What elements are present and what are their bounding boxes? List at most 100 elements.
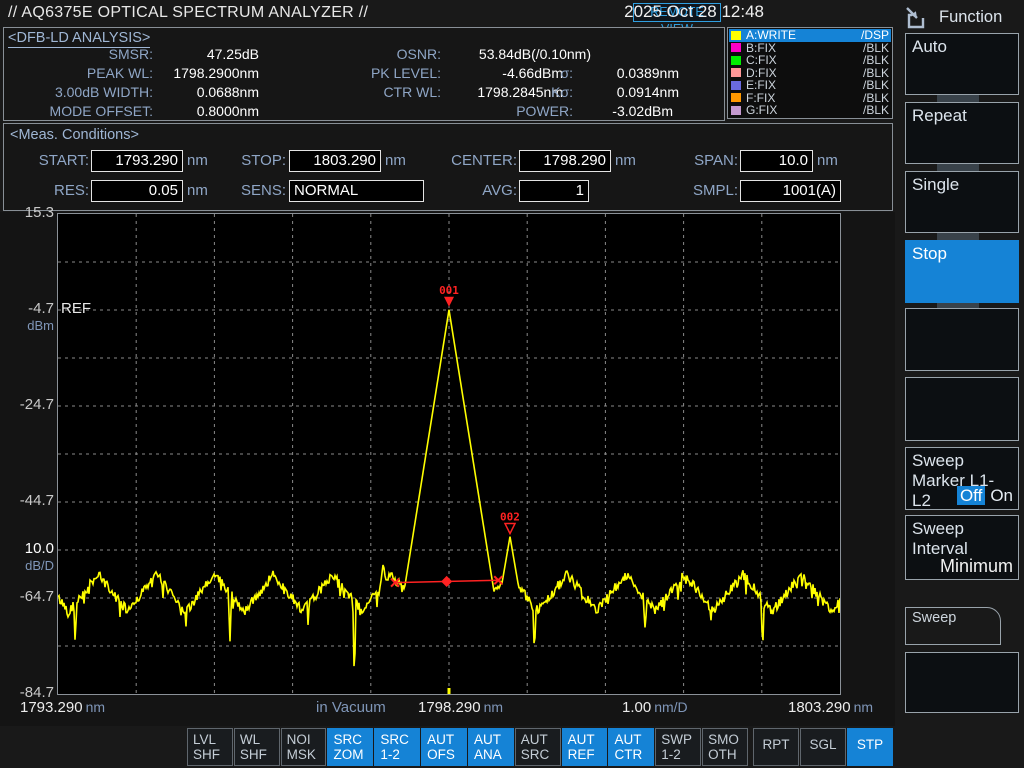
- legend-row-f[interactable]: F:FIX/BLK: [729, 92, 891, 105]
- trace-color-swatch: [731, 43, 741, 52]
- toolbar-button-src-zom[interactable]: SRCZOM: [327, 728, 373, 766]
- legend-row-c[interactable]: C:FIX/BLK: [729, 54, 891, 67]
- toolbar-button-swp-1-2[interactable]: SWP1-2: [655, 728, 701, 766]
- toolbar-button-stp[interactable]: STP: [847, 728, 893, 766]
- function-header: Function: [903, 5, 929, 31]
- trace-color-swatch: [731, 31, 741, 40]
- function-header-label: Function: [939, 8, 1002, 27]
- y-axis-tick-label: -24.7: [0, 396, 54, 413]
- toolbar-button-smo-oth[interactable]: SMOOTH: [702, 728, 748, 766]
- title-bar: // AQ6375E OPTICAL SPECTRUM ANALYZER // …: [0, 0, 895, 26]
- toolbar-main: LVLSHF WLSHF NOIMSK SRCZOM SRC1-2 AUTOFS…: [187, 728, 748, 766]
- spectrum-plot[interactable]: 001 002: [57, 213, 841, 695]
- sens-field[interactable]: NORMAL: [289, 180, 424, 202]
- softkey-sweep-marker[interactable]: Sweep Marker L1-L2 OffOn: [905, 447, 1019, 510]
- width-3db-value: 0.0688nm: [153, 84, 259, 102]
- sweep-group-label: Sweep: [905, 607, 1001, 645]
- sigma-value: 0.0389nm: [573, 65, 679, 83]
- softkey-blank-1[interactable]: [905, 308, 1019, 371]
- trace-color-swatch: [731, 68, 741, 77]
- toolbar-button-lvl-shf[interactable]: LVLSHF: [187, 728, 233, 766]
- span-label: SPAN:: [661, 150, 738, 172]
- y-axis-unit-label: dB/D: [0, 557, 54, 574]
- smsr-value: 47.25dB: [153, 46, 259, 64]
- x-axis-unit-label: nm: [484, 699, 503, 715]
- center-field[interactable]: 1798.290: [519, 150, 611, 172]
- trace-legend: A:WRITE/DSPB:FIX/BLKC:FIX/BLKD:FIX/BLKE:…: [727, 27, 893, 119]
- toolbar-button-aut-ofs[interactable]: AUTOFS: [421, 728, 467, 766]
- stop-unit: nm: [385, 150, 406, 172]
- softkey-stop[interactable]: Stop: [905, 240, 1019, 303]
- stop-field[interactable]: 1803.290: [289, 150, 381, 172]
- ksigma-label: Kσ:: [501, 84, 573, 102]
- y-axis-unit-label: dBm: [0, 317, 54, 334]
- legend-row-d[interactable]: D:FIX/BLK: [729, 67, 891, 80]
- toolbar-button-aut-ctr[interactable]: AUTCTR: [608, 728, 654, 766]
- sweep-marker-off-toggle[interactable]: Off: [957, 486, 985, 505]
- y-axis-tick-label: 15.3: [0, 204, 54, 221]
- softkey-blank-2[interactable]: [905, 377, 1019, 441]
- x-axis-tick-label: 1793.290nm: [20, 699, 105, 716]
- start-field[interactable]: 1793.290: [91, 150, 183, 172]
- chart-region: 15.3-4.7dBm-24.7-44.710.0dB/D-64.7-84.7 …: [0, 212, 895, 726]
- y-axis-tick-label: -4.7dBm: [0, 300, 54, 334]
- legend-row-g[interactable]: G:FIX/BLK: [729, 104, 891, 117]
- softkey-sweep-interval[interactable]: Sweep Interval Minimum: [905, 515, 1019, 580]
- svg-text:002: 002: [500, 511, 520, 524]
- app-title: // AQ6375E OPTICAL SPECTRUM ANALYZER //: [8, 4, 368, 22]
- peak-marker-001[interactable]: 001: [439, 284, 459, 307]
- avg-label: AVG:: [431, 180, 517, 202]
- trace-name: G:FIX: [746, 103, 863, 117]
- ctr-wl-label: CTR WL:: [259, 84, 441, 102]
- side-mode-analysis-line: [391, 576, 502, 586]
- legend-row-e[interactable]: E:FIX/BLK: [729, 79, 891, 92]
- y-axis-tick-label: -44.7: [0, 492, 54, 509]
- toolbar-button-aut-src[interactable]: AUTSRC: [515, 728, 561, 766]
- span-field[interactable]: 10.0: [740, 150, 813, 172]
- softkey-single[interactable]: Single: [905, 171, 1019, 233]
- mode-offset-value: 0.8000nm: [153, 103, 259, 121]
- res-label: RES:: [11, 180, 89, 202]
- peak-marker-002[interactable]: 002: [500, 511, 520, 534]
- softkey-auto[interactable]: Auto: [905, 33, 1019, 95]
- stop-label: STOP:: [206, 150, 286, 172]
- softkey-repeat[interactable]: Repeat: [905, 102, 1019, 164]
- toolbar-button-aut-ref[interactable]: AUTREF: [562, 728, 608, 766]
- toolbar-button-wl-shf[interactable]: WLSHF: [234, 728, 280, 766]
- toolbar-button-sgl[interactable]: SGL: [800, 728, 846, 766]
- legend-row-b[interactable]: B:FIX/BLK: [729, 42, 891, 55]
- toolbar-sweep: RPT SGL STP: [753, 728, 893, 766]
- res-field[interactable]: 0.05: [91, 180, 183, 202]
- pk-level-label: PK LEVEL:: [259, 65, 441, 83]
- center-unit: nm: [615, 150, 636, 172]
- softkey-blank-3[interactable]: [905, 652, 1019, 713]
- toolbar-button-src-1-2[interactable]: SRC1-2: [374, 728, 420, 766]
- toolbar-button-rpt[interactable]: RPT: [753, 728, 799, 766]
- x-axis-unit-label: nm: [854, 699, 873, 715]
- avg-field[interactable]: 1: [519, 180, 589, 202]
- power-label: POWER:: [501, 103, 573, 121]
- toolbar-button-noi-msk[interactable]: NOIMSK: [281, 728, 327, 766]
- osnr-value: 53.84dB(/0.10nm): [451, 46, 591, 64]
- toolbar-button-aut-ana[interactable]: AUTANA: [468, 728, 514, 766]
- function-sidebar: Function Auto Repeat Single Stop Sweep M…: [895, 0, 1024, 768]
- smpl-field[interactable]: 1001(A): [740, 180, 841, 202]
- y-axis-tick-label: 10.0dB/D: [0, 540, 54, 574]
- peak-wl-label: PEAK WL:: [4, 65, 153, 83]
- x-axis-tick-label: 1803.290nm: [788, 699, 873, 716]
- osa-remote-view-app: // AQ6375E OPTICAL SPECTRUM ANALYZER // …: [0, 0, 1024, 768]
- smpl-label: SMPL:: [661, 180, 738, 202]
- softkey-connector: [937, 95, 979, 102]
- trace-color-swatch: [731, 106, 741, 115]
- start-unit: nm: [187, 150, 208, 172]
- sweep-marker-on-toggle[interactable]: On: [990, 486, 1013, 505]
- svg-text:001: 001: [439, 284, 459, 297]
- span-unit: nm: [817, 150, 838, 172]
- datetime: 2025 Oct 28 12:48: [624, 2, 764, 22]
- x-axis-tick-label: 1.00nm/D: [622, 699, 688, 716]
- mode-offset-label: MODE OFFSET:: [4, 103, 153, 121]
- x-axis-tick-label: in Vacuum: [316, 699, 386, 716]
- sweep-interval-value: Minimum: [940, 556, 1013, 576]
- legend-row-a[interactable]: A:WRITE/DSP: [729, 29, 891, 42]
- ksigma-value: 0.0914nm: [573, 84, 679, 102]
